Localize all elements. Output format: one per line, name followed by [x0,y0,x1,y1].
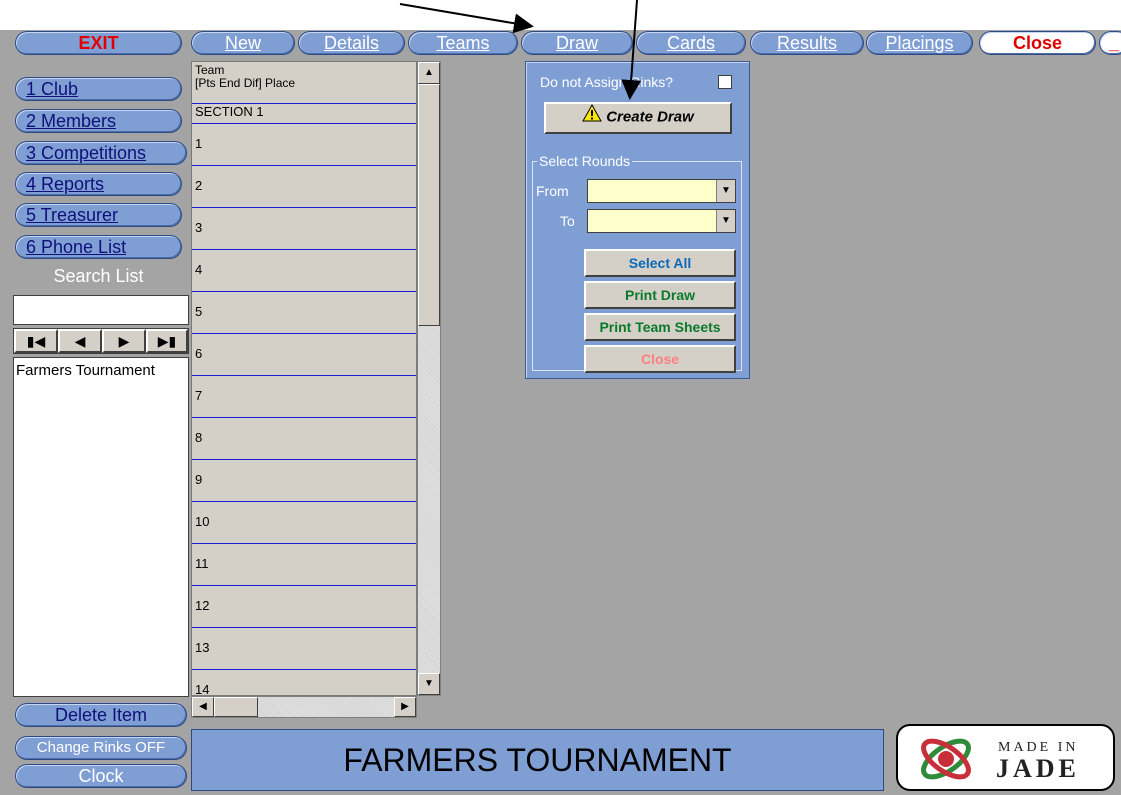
last-record-icon[interactable]: ▶▮ [146,329,188,353]
change-rinks-button[interactable]: Change Rinks OFF [15,736,187,760]
table-row[interactable]: 11 [192,544,416,586]
sidebar-item-treasurer[interactable]: 5 Treasurer [15,203,182,227]
warning-icon [582,103,603,131]
sidebar-item-competitions[interactable]: 3 Competitions [15,141,187,165]
sidebar-item-reports[interactable]: 4 Reports [15,172,182,196]
chevron-down-icon[interactable]: ▼ [716,210,735,232]
table-row[interactable]: 7 [192,376,416,418]
jade-logo-text-line2: JADE [996,754,1080,783]
tab-cards[interactable]: Cards [636,31,746,55]
table-row[interactable]: 10 [192,502,416,544]
print-draw-button[interactable]: Print Draw [584,281,736,309]
do-not-assign-rinks-checkbox[interactable] [718,75,732,89]
first-record-icon[interactable]: ▮◀ [14,329,58,353]
table-row[interactable]: 6 [192,334,416,376]
previous-record-icon[interactable]: ◀ [58,329,102,353]
record-navigator: ▮◀ ◀ ▶ ▶▮ [13,328,189,354]
delete-item-button[interactable]: Delete Item [15,703,187,727]
select-rounds-label: Select Rounds [537,153,633,169]
table-row[interactable]: 4 [192,250,416,292]
do-not-assign-rinks-label: Do not Assign Rinks? [540,74,674,90]
table-row[interactable]: 14 [192,670,416,695]
table-row[interactable]: 13 [192,628,416,670]
chevron-down-icon[interactable]: ▼ [716,180,735,202]
section-row: SECTION 1 [192,104,416,124]
vertical-scrollbar[interactable]: ▲ ▼ [417,61,441,696]
table-row[interactable]: 8 [192,418,416,460]
team-grid[interactable]: Team [Pts End Dif] Place SECTION 1 1 2 3… [191,61,417,696]
close-button[interactable]: Close [979,31,1096,55]
minimize-button[interactable]: _ [1099,31,1121,55]
search-input[interactable] [13,295,189,325]
draw-dialog: Do not Assign Rinks? Create Draw Select … [525,61,750,379]
competition-title-bar: FARMERS TOURNAMENT [191,729,884,791]
tab-draw[interactable]: Draw [521,31,633,55]
tab-placings[interactable]: Placings [866,31,973,55]
sidebar-item-club[interactable]: 1 Club [15,77,182,101]
scroll-left-icon[interactable]: ◀ [192,697,214,717]
scroll-right-icon[interactable]: ▶ [394,697,416,717]
made-in-jade-logo: MADE IN JADE [896,724,1115,791]
scroll-up-icon[interactable]: ▲ [418,62,440,84]
next-record-icon[interactable]: ▶ [102,329,146,353]
list-item[interactable]: Farmers Tournament [14,358,188,383]
table-row[interactable]: 9 [192,460,416,502]
from-round-select[interactable]: ▼ [587,179,736,203]
competition-title: FARMERS TOURNAMENT [343,742,732,778]
tab-new[interactable]: New [191,31,295,55]
scroll-thumb[interactable] [214,697,258,717]
arrow-to-draw-tab [399,3,534,34]
to-round-select[interactable]: ▼ [587,209,736,233]
table-row[interactable]: 3 [192,208,416,250]
scroll-down-icon[interactable]: ▼ [418,673,440,695]
grid-header: Team [Pts End Dif] Place [192,62,416,104]
search-list-label: Search List [53,266,144,286]
table-row[interactable]: 12 [192,586,416,628]
horizontal-scrollbar[interactable]: ◀ ▶ [191,696,417,718]
sidebar-item-phone-list[interactable]: 6 Phone List [15,235,182,259]
sidebar-item-members[interactable]: 2 Members [15,109,182,133]
dialog-close-button[interactable]: Close [584,345,736,373]
print-team-sheets-button[interactable]: Print Team Sheets [584,313,736,341]
table-row[interactable]: 5 [192,292,416,334]
table-row[interactable]: 2 [192,166,416,208]
to-label: To [560,213,575,229]
create-draw-button[interactable]: Create Draw [544,102,732,134]
clock-button[interactable]: Clock [15,764,187,788]
tab-teams[interactable]: Teams [408,31,518,55]
scroll-thumb[interactable] [418,84,440,326]
tab-results[interactable]: Results [750,31,864,55]
competition-list[interactable]: Farmers Tournament [13,357,189,697]
from-label: From [536,183,569,199]
select-all-button[interactable]: Select All [584,249,736,277]
table-row[interactable]: 1 [192,124,416,166]
jade-logo-icon [921,738,971,780]
tab-details[interactable]: Details [298,31,405,55]
exit-button[interactable]: EXIT [15,31,182,55]
